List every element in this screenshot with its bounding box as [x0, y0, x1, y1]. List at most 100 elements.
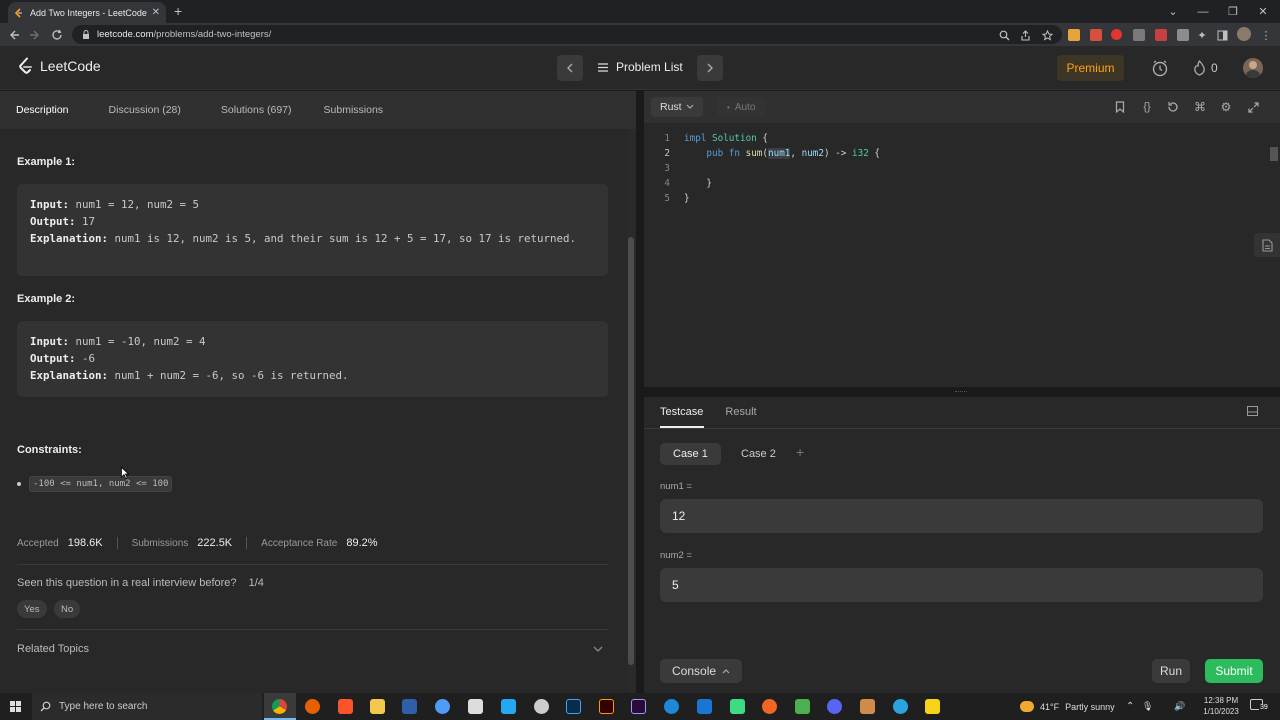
minimize-icon[interactable]: —	[1188, 0, 1218, 23]
settings-gear-icon[interactable]: ⚙	[1218, 99, 1234, 115]
case-1-button[interactable]: Case 1	[660, 443, 721, 465]
tab-testcase[interactable]: Testcase	[660, 406, 703, 418]
profile-avatar-icon[interactable]	[1237, 27, 1251, 41]
reload-icon[interactable]	[49, 27, 65, 43]
tab-solutions[interactable]: Solutions (697)	[197, 91, 308, 129]
app-icon[interactable]	[730, 699, 745, 714]
app-icon[interactable]	[697, 699, 712, 714]
code-line[interactable]: 2 pub fn sum(num1, num2) -> i32 {	[644, 148, 1264, 163]
premium-button[interactable]: Premium	[1057, 55, 1124, 81]
unity-app-icon[interactable]	[468, 699, 483, 714]
chevron-down-icon[interactable]	[593, 646, 603, 653]
run-button[interactable]: Run	[1152, 659, 1190, 683]
close-window-icon[interactable]: ✕	[1248, 0, 1278, 23]
format-code-icon[interactable]: {}	[1139, 99, 1155, 115]
tab-result[interactable]: Result	[725, 406, 756, 418]
bookmark-icon[interactable]	[1112, 99, 1128, 115]
num1-input[interactable]: 12	[660, 499, 1263, 533]
related-topics-toggle[interactable]: Related Topics	[17, 643, 89, 655]
side-panel-icon[interactable]	[1214, 27, 1230, 43]
taskbar-search[interactable]: Type here to search	[32, 693, 262, 720]
panel-resize-handle[interactable]	[636, 91, 644, 693]
github-app-icon[interactable]	[534, 699, 549, 714]
extension-icon[interactable]	[1155, 29, 1167, 41]
photoshop-app-icon[interactable]	[566, 699, 581, 714]
close-tab-icon[interactable]: ✕	[152, 7, 160, 18]
clock[interactable]: 12:38 PM 1/10/2023	[1201, 695, 1241, 717]
browser-tab[interactable]: Add Two Integers - LeetCode ✕	[8, 2, 166, 23]
extension-icon[interactable]	[1068, 29, 1080, 41]
language-select[interactable]: Rust	[651, 97, 703, 117]
address-bar[interactable]: leetcode.com /problems/add-two-integers/	[72, 25, 1062, 44]
file-explorer-icon[interactable]	[370, 699, 385, 714]
user-avatar[interactable]	[1243, 58, 1263, 78]
notes-icon[interactable]	[1254, 233, 1280, 257]
premiere-app-icon[interactable]	[631, 699, 646, 714]
num2-input[interactable]: 5	[660, 568, 1263, 602]
code-line[interactable]: 3	[644, 163, 1264, 178]
prev-problem-button[interactable]	[557, 55, 583, 81]
back-icon[interactable]	[6, 27, 22, 43]
tab-submissions[interactable]: Submissions	[308, 91, 400, 129]
weather-widget[interactable]: 41°F Partly sunny	[1020, 693, 1115, 720]
menu-kebab-icon[interactable]: ⋮	[1258, 27, 1274, 43]
fullscreen-icon[interactable]	[1245, 99, 1261, 115]
illustrator-app-icon[interactable]	[599, 699, 614, 714]
notification-center[interactable]: 39	[1250, 699, 1269, 714]
problem-list-button[interactable]: Problem List	[598, 60, 683, 74]
brand-logo[interactable]: LeetCode	[18, 57, 101, 75]
chat-app-icon[interactable]	[435, 699, 450, 714]
no-button[interactable]: No	[54, 600, 81, 618]
puzzle-icon[interactable]: ✦	[1194, 27, 1210, 43]
tab-search-icon[interactable]: ⌄	[1158, 0, 1188, 23]
extension-icon[interactable]	[1133, 29, 1145, 41]
telegram-app-icon[interactable]	[893, 699, 908, 714]
firefox-app-icon[interactable]	[305, 699, 320, 714]
bullet	[17, 482, 21, 486]
next-problem-button[interactable]	[697, 55, 723, 81]
shortcuts-icon[interactable]: ⌘	[1192, 99, 1208, 115]
app-icon[interactable]	[860, 699, 875, 714]
description-scrollbar[interactable]	[627, 129, 635, 693]
extension-icon[interactable]	[1177, 29, 1189, 41]
auto-mode-button[interactable]: • Auto	[717, 97, 766, 117]
timer-icon[interactable]	[1151, 59, 1169, 77]
brave-app-icon[interactable]	[338, 699, 353, 714]
microphone-icon[interactable]: 🎙	[1142, 693, 1153, 720]
yes-button[interactable]: Yes	[17, 600, 47, 618]
code-line[interactable]: 4 }	[644, 178, 1264, 193]
reset-code-icon[interactable]	[1165, 99, 1181, 115]
tab-discussion[interactable]: Discussion (28)	[85, 91, 197, 129]
tab-description[interactable]: Description	[0, 91, 85, 129]
forward-icon[interactable]	[27, 27, 43, 43]
restore-icon[interactable]: ❐	[1218, 0, 1248, 23]
case-2-button[interactable]: Case 2	[728, 443, 789, 465]
submit-button[interactable]: Submit	[1205, 659, 1263, 683]
new-tab-icon[interactable]: +	[174, 3, 182, 19]
zoom-icon[interactable]	[996, 27, 1012, 43]
extension-icon[interactable]	[1111, 29, 1122, 40]
volume-icon[interactable]: 🔊	[1174, 693, 1185, 720]
tray-chevron-icon[interactable]: ⌃	[1126, 693, 1134, 720]
minimize-panel-icon[interactable]	[1247, 406, 1258, 416]
bookmark-star-icon[interactable]	[1039, 27, 1055, 43]
console-button[interactable]: Console	[660, 659, 743, 683]
powershell-icon[interactable]	[402, 699, 417, 714]
discord-app-icon[interactable]	[827, 699, 842, 714]
code-line[interactable]: 1 impl Solution {	[644, 133, 1264, 148]
windows-start-icon[interactable]	[10, 701, 21, 712]
sticky-notes-icon[interactable]	[925, 699, 940, 714]
scrollbar-thumb[interactable]	[628, 237, 634, 665]
code-line[interactable]: 5}	[644, 193, 1264, 208]
editor-resize-handle[interactable]	[644, 387, 1280, 397]
add-case-button[interactable]: +	[796, 444, 804, 460]
editor-scroll-indicator[interactable]	[1270, 147, 1278, 161]
streak-counter[interactable]: 0	[1193, 60, 1218, 76]
edge-app-icon[interactable]	[664, 699, 679, 714]
extension-icon[interactable]	[1090, 29, 1102, 41]
share-icon[interactable]	[1017, 27, 1033, 43]
app-icon[interactable]	[762, 699, 777, 714]
vscode-app-icon[interactable]	[501, 699, 516, 714]
chrome-app-icon[interactable]	[272, 699, 287, 714]
app-icon[interactable]	[795, 699, 810, 714]
